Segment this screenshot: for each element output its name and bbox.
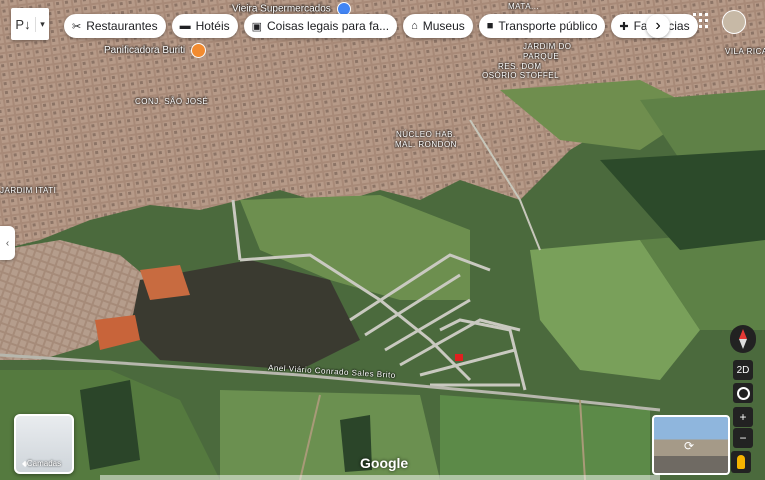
place-label: MATA... <box>508 2 540 11</box>
chips-next-button[interactable]: › <box>646 14 670 38</box>
chip-label: Hotéis <box>195 19 230 33</box>
pharmacy-icon: ✚ <box>619 20 629 33</box>
place-label: NÚCLEO HAB. <box>396 130 456 139</box>
location-marker[interactable] <box>455 354 463 361</box>
museum-icon: ⌂ <box>411 20 418 32</box>
pegman-icon <box>737 455 745 469</box>
place-label: PARQUE <box>523 52 560 61</box>
compass-icon <box>739 329 747 349</box>
avatar[interactable] <box>722 10 746 34</box>
field <box>440 395 650 480</box>
place-label: VILA RICA <box>725 47 765 56</box>
poi-bakery-label: Panificadora Buriti <box>104 45 186 57</box>
chip-label: Museus <box>422 19 465 33</box>
layers-button[interactable]: ◆ Camadas <box>14 414 74 474</box>
chip-label: Transporte público <box>498 19 598 33</box>
camera-icon: ▣ <box>251 20 263 33</box>
zoom-in-button[interactable]: + <box>733 407 753 427</box>
chip-hoteis[interactable]: ▬ Hotéis <box>171 14 238 38</box>
food-pin-icon <box>190 43 206 58</box>
compass-button[interactable] <box>730 325 756 353</box>
my-location-icon <box>736 386 750 400</box>
chip-label: Coisas legais para fa... <box>267 19 390 33</box>
place-label: JARDIM DO <box>523 42 572 51</box>
poi-supermarket-label: Vieira Supermercados <box>232 3 331 15</box>
poi-bakery[interactable]: Panificadora Buriti <box>104 43 206 58</box>
restaurant-icon: ✂ <box>72 20 82 33</box>
layers-label: Camadas <box>26 459 62 468</box>
my-location-button[interactable] <box>733 383 753 403</box>
place-label: CONJ. SÃO JOSÉ <box>135 97 209 106</box>
chip-label: Restaurantes <box>86 19 158 33</box>
apps-grid-icon[interactable] <box>692 12 710 30</box>
side-panel-toggle[interactable]: ‹ <box>0 226 15 260</box>
attribution-bar <box>100 475 660 480</box>
chip-coisas-legais[interactable]: ▣ Coisas legais para fa... <box>243 14 398 38</box>
zoom-out-button[interactable]: − <box>733 428 753 448</box>
place-label: RES. DOM <box>498 62 542 71</box>
satellite-map[interactable] <box>0 0 765 480</box>
pegman-menu-button[interactable]: P↓ ▾ <box>11 8 49 40</box>
pegman-menu-label: P↓ <box>11 16 36 32</box>
forest <box>80 380 140 470</box>
google-logo: Google <box>360 455 409 471</box>
place-label: JARDIM ITATI <box>0 186 57 195</box>
chip-transporte[interactable]: ■ Transporte público <box>478 14 606 38</box>
place-label: MAL. RONDON <box>395 140 457 149</box>
place-label: OSÓRIO STOFFEL <box>482 71 560 80</box>
chip-restaurantes[interactable]: ✂ Restaurantes <box>64 14 166 38</box>
category-chips: ✂ Restaurantes ▬ Hotéis ▣ Coisas legais … <box>64 14 698 38</box>
transit-icon: ■ <box>486 20 494 32</box>
pegman-button[interactable] <box>731 451 751 473</box>
chevron-down-icon: ▾ <box>40 18 45 29</box>
toggle-2d-button[interactable]: 2D <box>733 360 753 380</box>
chip-museus[interactable]: ⌂ Museus <box>403 14 473 38</box>
street-view-thumbnail[interactable]: ⟳ <box>652 415 730 475</box>
rotate-360-icon: ⟳ <box>684 439 695 453</box>
hotel-icon: ▬ <box>179 20 191 32</box>
